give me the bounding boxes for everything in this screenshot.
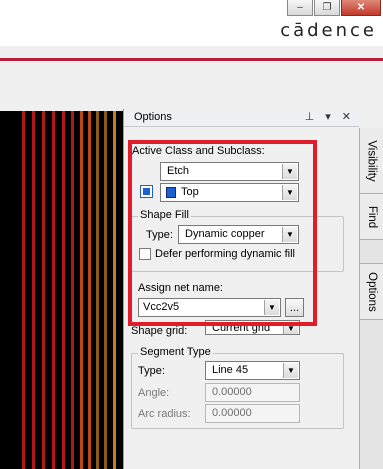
canvas-trace	[113, 111, 116, 469]
canvas-trace	[96, 111, 99, 469]
minimize-button[interactable]: –	[287, 0, 313, 16]
tab-visibility[interactable]: Visibility	[360, 128, 383, 194]
canvas-trace	[32, 111, 35, 469]
angle-value: 0.00000	[212, 386, 252, 398]
cadence-logo: cādence	[280, 20, 377, 41]
panel-title: Options	[134, 111, 172, 123]
canvas-trace	[22, 111, 25, 469]
chevron-down-icon: ▼	[283, 363, 298, 378]
highlight-rectangle	[128, 140, 317, 326]
segment-type-select[interactable]: Line 45 ▼	[205, 361, 300, 380]
tab-options-label: Options	[366, 271, 379, 312]
canvas-trace	[104, 111, 107, 469]
canvas-trace	[80, 111, 83, 469]
tab-spacer	[360, 240, 383, 264]
shape-grid-label: Shape grid:	[131, 325, 188, 337]
canvas-trace	[52, 111, 55, 469]
canvas-trace	[42, 111, 45, 469]
design-canvas[interactable]	[0, 111, 123, 469]
brand-divider	[0, 58, 383, 61]
tab-find-label: Find	[366, 205, 378, 228]
panel-tool-icons[interactable]: ⊥ ▾ ✕	[305, 110, 355, 123]
window-controls: – ❐ ✕	[286, 0, 381, 16]
canvas-trace	[62, 111, 65, 469]
options-panel-header: Options ⊥ ▾ ✕	[124, 109, 359, 127]
tab-find[interactable]: Find	[360, 194, 383, 240]
segment-type-label: Type:	[138, 365, 165, 377]
tab-options[interactable]: Options	[360, 264, 383, 320]
brand-bar: cādence	[0, 18, 383, 61]
arc-radius-field[interactable]: 0.00000	[205, 404, 300, 423]
arc-radius-value: 0.00000	[212, 407, 252, 419]
segment-type-value: Line 45	[212, 364, 249, 376]
restore-button[interactable]: ❐	[314, 0, 340, 16]
canvas-trace	[71, 111, 74, 469]
window-titlebar: – ❐ ✕	[0, 0, 383, 18]
angle-field[interactable]: 0.00000	[205, 383, 300, 402]
canvas-trace	[88, 111, 91, 469]
close-button[interactable]: ✕	[341, 0, 381, 16]
arc-radius-label: Arc radius:	[138, 408, 191, 420]
side-tab-strip: Visibility Find Options	[359, 128, 383, 469]
tab-visibility-label: Visibility	[366, 139, 379, 182]
angle-label: Angle:	[138, 387, 170, 399]
segment-type-title: Segment Type	[138, 346, 213, 358]
